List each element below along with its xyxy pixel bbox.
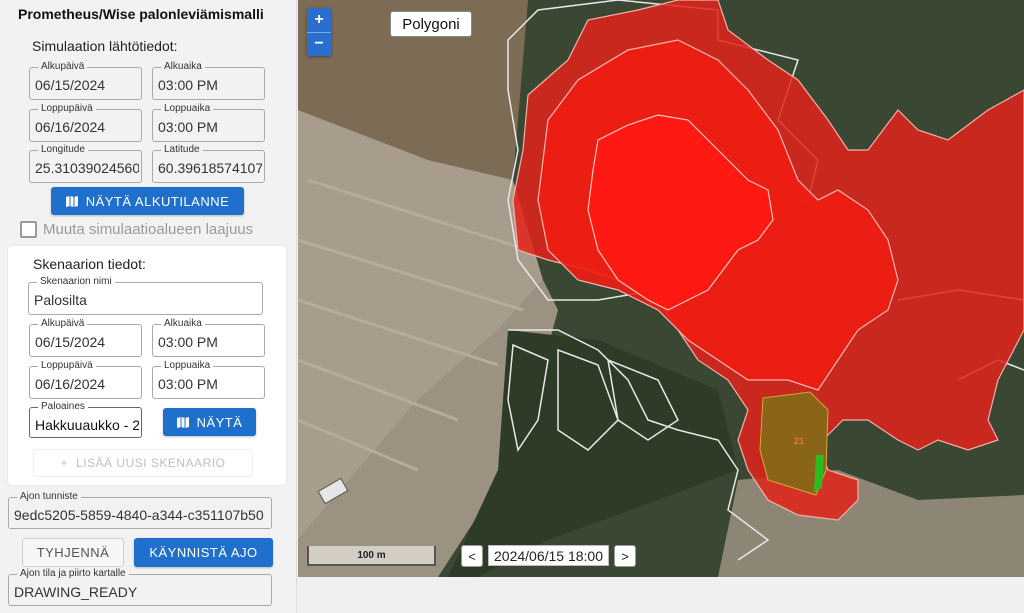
field-label: Alkuaika	[161, 61, 205, 73]
field-label: Longitude	[38, 144, 88, 156]
time-prev-button[interactable]: <	[461, 545, 483, 567]
add-scenario-label: LISÄÄ UUSI SKENAARIO	[76, 456, 226, 470]
zoom-control: + −	[307, 8, 331, 56]
field-value: 06/16/2024	[35, 376, 106, 392]
field-value: 60.39618574107	[158, 160, 262, 176]
time-next-button[interactable]: >	[614, 545, 636, 567]
field-label: Loppuaika	[161, 103, 214, 115]
simulation-start-time-field[interactable]: Alkuaika 03:00 PM	[152, 61, 265, 100]
change-area-label: Muuta simulaatioalueen laajuus	[43, 221, 254, 238]
field-label: Loppupäivä	[38, 103, 96, 115]
map-icon	[176, 416, 189, 428]
simulation-end-time-field[interactable]: Loppuaika 03:00 PM	[152, 103, 265, 142]
scenario-end-date-field[interactable]: Loppupäivä 06/16/2024	[29, 360, 142, 399]
zoom-in-button[interactable]: +	[307, 8, 331, 32]
scale-bar: 100 m	[307, 546, 436, 566]
field-value: 06/15/2024	[35, 77, 106, 93]
field-label: Skenaarion nimi	[37, 276, 115, 288]
change-area-checkbox[interactable]: Muuta simulaatioalueen laajuus	[20, 221, 253, 238]
time-display: 2024/06/15 18:00	[488, 545, 609, 566]
field-value: 03:00 PM	[158, 334, 218, 350]
field-value: 06/16/2024	[35, 119, 106, 135]
field-label: Loppuaika	[161, 360, 214, 372]
app-title: Prometheus/Wise palonleviämismalli	[18, 6, 264, 22]
fuel-type-select[interactable]: Paloaines Hakkuuaukko - 2	[29, 401, 142, 438]
scenario-name-field[interactable]: Skenaarion nimi Palosilta	[28, 276, 263, 315]
simulation-end-date-field[interactable]: Loppupäivä 06/16/2024	[29, 103, 142, 142]
start-run-button[interactable]: KÄYNNISTÄ AJO	[134, 538, 273, 567]
longitude-field[interactable]: Longitude 25.31039024560	[29, 144, 142, 183]
field-label: Ajon tila ja piirto kartalle	[17, 568, 129, 580]
field-label: Alkupäivä	[38, 318, 88, 330]
checkbox-box[interactable]	[20, 221, 37, 238]
field-value: 03:00 PM	[158, 376, 218, 392]
field-value: Hakkuuaukko - 2	[35, 417, 139, 433]
field-value: 25.31039024560	[35, 160, 139, 176]
field-label: Ajon tunniste	[17, 491, 81, 503]
field-label: Latitude	[161, 144, 203, 156]
field-value: 03:00 PM	[158, 119, 218, 135]
clear-button[interactable]: TYHJENNÄ	[22, 538, 124, 567]
field-value: 03:00 PM	[158, 77, 218, 93]
zoom-out-button[interactable]: −	[307, 33, 331, 57]
field-value: DRAWING_READY	[14, 584, 138, 600]
bottom-strip	[298, 577, 1024, 613]
show-initial-state-button[interactable]: NÄYTÄ ALKUTILANNE	[51, 187, 244, 215]
show-scenario-button[interactable]: NÄYTÄ	[163, 408, 256, 436]
sidebar: Prometheus/Wise palonleviämismalli Simul…	[0, 0, 297, 613]
map-view[interactable]: 21	[298, 0, 1024, 577]
field-label: Alkuaika	[161, 318, 205, 330]
field-label: Loppupäivä	[38, 360, 96, 372]
show-scenario-label: NÄYTÄ	[196, 414, 243, 430]
polygon-button[interactable]: Polygoni	[390, 11, 472, 37]
scenario-end-time-field[interactable]: Loppuaika 03:00 PM	[152, 360, 265, 399]
field-label: Alkupäivä	[38, 61, 88, 73]
simulation-start-date-field[interactable]: Alkupäivä 06/15/2024	[29, 61, 142, 100]
add-scenario-button[interactable]: + LISÄÄ UUSI SKENAARIO	[33, 449, 253, 477]
fire-spread-overlay: 21	[512, 0, 1024, 521]
plus-icon: +	[60, 456, 69, 470]
run-id-field[interactable]: Ajon tunniste 9edc5205-5859-4840-a344-c3…	[8, 491, 272, 529]
latitude-field[interactable]: Latitude 60.39618574107	[152, 144, 265, 183]
map-icon	[65, 195, 78, 207]
field-value: Palosilta	[34, 292, 87, 308]
field-label: Paloaines	[38, 401, 88, 413]
simulation-heading: Simulaation lähtötiedot:	[32, 38, 178, 54]
scenario-heading: Skenaarion tiedot:	[33, 256, 146, 272]
ignition-label: 21	[794, 436, 804, 446]
show-initial-state-label: NÄYTÄ ALKUTILANNE	[85, 193, 230, 209]
scenario-start-date-field[interactable]: Alkupäivä 06/15/2024	[29, 318, 142, 357]
field-value: 9edc5205-5859-4840-a344-c351107b50	[14, 507, 264, 523]
scenario-start-time-field[interactable]: Alkuaika 03:00 PM	[152, 318, 265, 357]
field-value: 06/15/2024	[35, 334, 106, 350]
run-status-field: Ajon tila ja piirto kartalle DRAWING_REA…	[8, 568, 272, 606]
